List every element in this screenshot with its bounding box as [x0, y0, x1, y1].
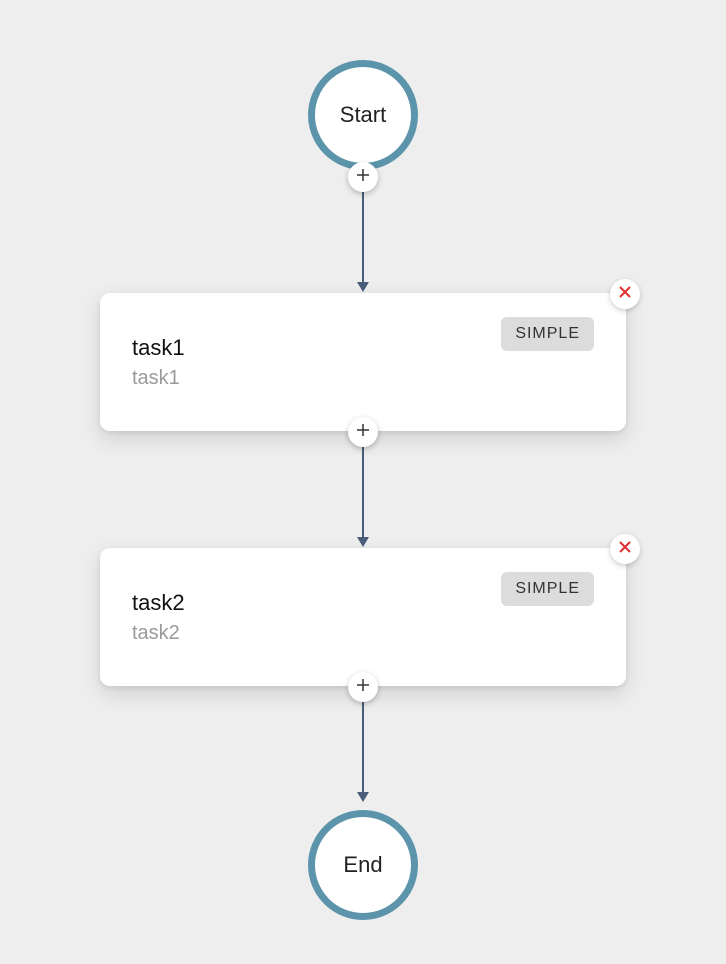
task-title: task1	[132, 335, 185, 361]
close-icon	[618, 540, 632, 559]
arrowhead-icon	[357, 537, 369, 547]
add-after-start-button[interactable]	[348, 162, 378, 192]
delete-task1-button[interactable]	[610, 279, 640, 309]
close-icon	[618, 285, 632, 304]
task-type-badge: SIMPLE	[501, 572, 594, 606]
add-after-task1-button[interactable]	[348, 417, 378, 447]
task-subtitle: task1	[132, 367, 185, 390]
add-after-task2-button[interactable]	[348, 672, 378, 702]
end-label: End	[343, 852, 382, 878]
start-label: Start	[340, 102, 386, 128]
plus-icon	[356, 423, 370, 442]
connector-line	[362, 447, 364, 537]
arrowhead-icon	[357, 792, 369, 802]
workflow-canvas[interactable]: Start task1 task1 SIMPLE task2	[0, 0, 726, 964]
task-subtitle: task2	[132, 622, 185, 645]
task-title: task2	[132, 590, 185, 616]
task-node-task2[interactable]: task2 task2 SIMPLE	[100, 548, 626, 686]
plus-icon	[356, 168, 370, 187]
task-text-block: task2 task2	[132, 590, 185, 645]
end-node[interactable]: End	[308, 810, 418, 920]
delete-task2-button[interactable]	[610, 534, 640, 564]
task-text-block: task1 task1	[132, 335, 185, 390]
plus-icon	[356, 678, 370, 697]
connector-line	[362, 702, 364, 792]
start-node[interactable]: Start	[308, 60, 418, 170]
task-type-badge: SIMPLE	[501, 317, 594, 351]
connector-line	[362, 192, 364, 282]
arrowhead-icon	[357, 282, 369, 292]
task-node-task1[interactable]: task1 task1 SIMPLE	[100, 293, 626, 431]
